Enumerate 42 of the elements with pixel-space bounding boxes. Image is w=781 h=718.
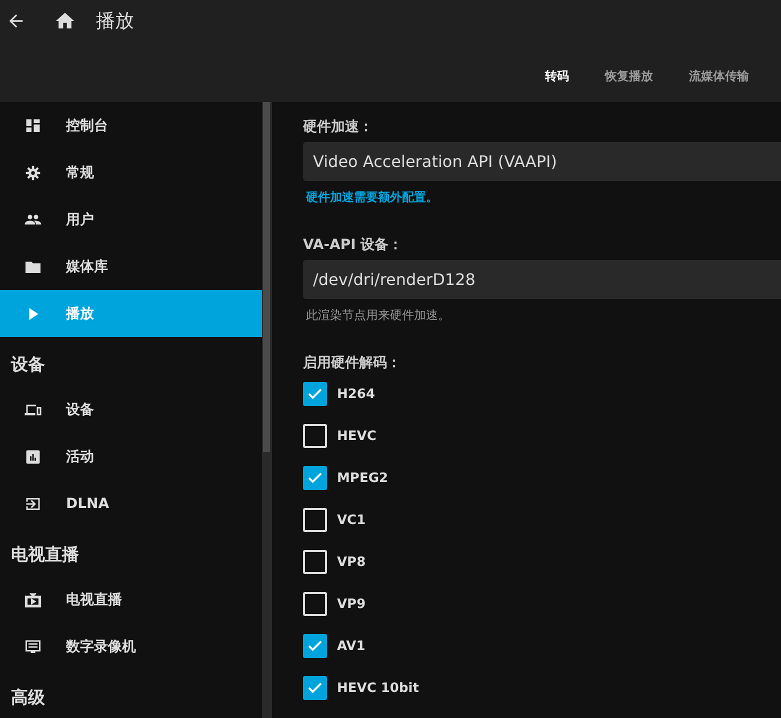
sidebar-item[interactable]: 用户 [0, 196, 262, 243]
sidebar-item[interactable]: DLNA [0, 480, 262, 527]
input-field[interactable]: /dev/dri/renderD128 [303, 260, 781, 299]
field-label: 硬件加速： [303, 118, 374, 136]
checkbox-label: MPEG2 [337, 470, 388, 486]
tv-icon [24, 590, 42, 608]
sidebar-item[interactable]: 常规 [0, 149, 262, 196]
field-hint: 此渲染节点用来硬件加速。 [306, 307, 450, 324]
section-heading: 电视直播 [10, 544, 80, 567]
tab[interactable]: 流媒体传输 [671, 64, 767, 89]
tab[interactable]: 恢复播放 [587, 64, 671, 89]
checkbox-label: HEVC 10bit [337, 680, 419, 696]
checkbox[interactable] [303, 676, 327, 700]
checkbox-label: VP8 [337, 554, 366, 570]
checkbox-label: VC1 [337, 512, 366, 528]
sidebar-item[interactable]: 活动 [0, 433, 262, 480]
field-label: 启用硬件解码： [303, 354, 402, 372]
gear-icon [24, 164, 42, 182]
checkbox-label: VP9 [337, 596, 366, 612]
scrollbar[interactable] [262, 102, 272, 718]
section-heading: 设备 [10, 354, 46, 377]
page-title: 播放 [96, 9, 134, 34]
section-heading: 高级 [10, 687, 46, 710]
checkbox-label: AV1 [337, 638, 366, 654]
chart-icon [24, 448, 42, 466]
sidebar-item[interactable]: 控制台 [0, 102, 262, 149]
select-field[interactable]: Video Acceleration API (VAAPI) [303, 142, 781, 181]
dashboard-icon [24, 116, 42, 134]
field-label: VA-API 设备： [303, 236, 404, 254]
checkbox-label: HEVC [337, 428, 376, 444]
scrollbar-thumb[interactable] [263, 102, 270, 452]
checkbox[interactable] [303, 382, 327, 406]
checkbox[interactable] [303, 466, 327, 490]
tab[interactable]: 转码 [527, 64, 587, 89]
sidebar-item[interactable]: 媒体库 [0, 243, 262, 290]
monitor-icon [24, 638, 42, 656]
sidebar-item[interactable]: 数字录像机 [0, 623, 262, 670]
sidebar-item[interactable]: 设备 [0, 386, 262, 433]
help-note: 硬件加速需要额外配置。 [306, 189, 438, 206]
checkbox[interactable] [303, 634, 327, 658]
sidebar-item[interactable]: 电视直播 [0, 576, 262, 623]
checkbox-label: H264 [337, 386, 376, 402]
